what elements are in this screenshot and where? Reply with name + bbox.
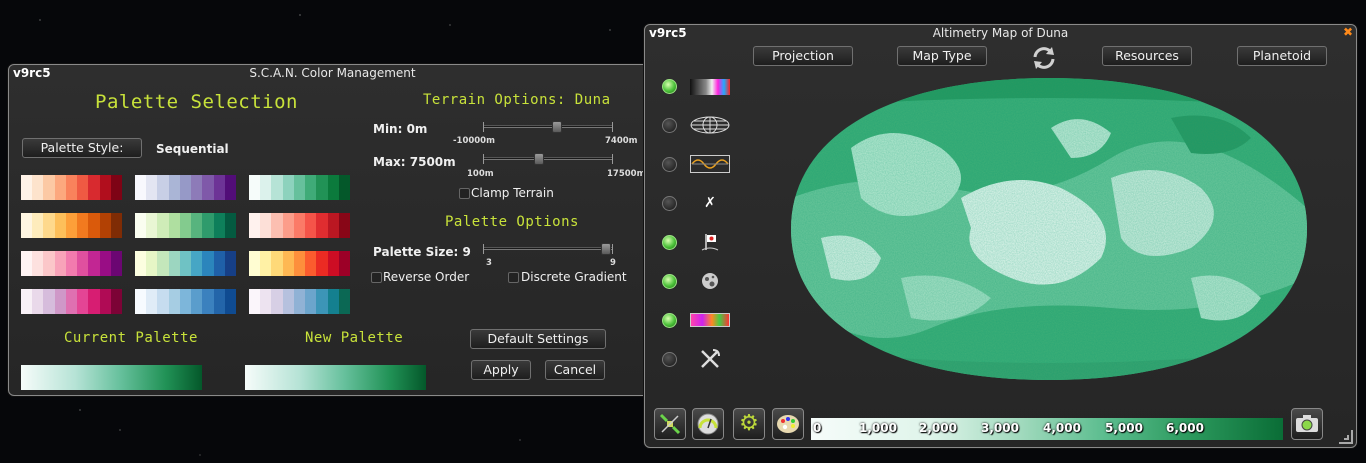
gear-icon: ⚙	[739, 411, 759, 436]
refresh-icon[interactable]	[1031, 45, 1057, 71]
max-low-label: 100m	[467, 169, 494, 179]
palette-style-button[interactable]: Palette Style:	[22, 138, 142, 158]
legend-label: 1,000	[859, 421, 897, 435]
altitude-legend: 0 1,000 2,000 3,000 4,000 5,000 6,000	[811, 418, 1283, 440]
palette-options-title: Palette Options	[445, 214, 579, 230]
reverse-order-checkbox[interactable]	[371, 272, 382, 283]
overlay-toggle[interactable]	[662, 274, 677, 289]
orbit-path-icon[interactable]	[689, 155, 731, 173]
color-palette-button[interactable]	[772, 408, 804, 440]
palette-swatch[interactable]	[21, 213, 122, 238]
window-title: Altimetry Map of Duna	[932, 26, 1069, 40]
legend-label: 2,000	[919, 421, 957, 435]
palette-style-value: Sequential	[156, 142, 229, 156]
palette-swatch[interactable]	[135, 251, 236, 276]
legend-label: 0	[813, 421, 822, 435]
min-slider[interactable]	[483, 121, 613, 133]
size-low-label: 3	[486, 258, 492, 268]
overlay-toggle[interactable]	[662, 313, 677, 328]
reverse-order-label: Reverse Order	[383, 270, 470, 284]
resize-handle-icon[interactable]	[1337, 428, 1353, 444]
current-palette-label: Current Palette	[64, 330, 198, 346]
min-low-label: -10000m	[453, 136, 495, 146]
palette-size-slider[interactable]	[483, 243, 613, 255]
satellite-button[interactable]	[654, 408, 686, 440]
flag-icon[interactable]	[689, 233, 731, 251]
discrete-gradient-label: Discrete Gradient	[521, 270, 627, 284]
palette-swatch[interactable]	[21, 175, 122, 200]
color-management-window[interactable]: v9rc5 S.C.A.N. Color Management ✖ Palett…	[8, 64, 657, 396]
legend-label: 5,000	[1105, 421, 1143, 435]
legend-label: 6,000	[1166, 421, 1204, 435]
settings-button[interactable]: ⚙	[733, 408, 765, 440]
map-type-button[interactable]: Map Type	[897, 46, 987, 66]
projection-button[interactable]: Projection	[753, 46, 853, 66]
max-slider[interactable]	[483, 153, 613, 165]
palette-swatch[interactable]	[249, 175, 350, 200]
current-palette-bar	[21, 365, 202, 390]
planetoid-button[interactable]: Planetoid	[1237, 46, 1327, 66]
discrete-gradient-checkbox[interactable]	[508, 272, 519, 283]
overlay-toggle[interactable]	[662, 79, 677, 94]
size-high-label: 9	[610, 258, 616, 268]
legend-label: 4,000	[1043, 421, 1081, 435]
palette-swatch[interactable]	[249, 289, 350, 314]
palette-swatch[interactable]	[249, 213, 350, 238]
grid-icon[interactable]	[689, 116, 731, 134]
camera-button[interactable]	[1291, 408, 1323, 440]
max-label: Max: 7500m	[373, 155, 456, 169]
overlay-toggle[interactable]	[662, 352, 677, 367]
overlay-toggle[interactable]	[662, 118, 677, 133]
anomaly-icon[interactable]	[689, 272, 731, 290]
palette-swatch[interactable]	[21, 289, 122, 314]
min-high-label: 7400m	[605, 136, 638, 146]
cancel-button[interactable]: Cancel	[545, 360, 605, 380]
close-icon[interactable]: ✖	[1343, 25, 1353, 39]
overlay-toggle[interactable]	[662, 235, 677, 250]
min-slider-thumb[interactable]	[552, 121, 562, 133]
palette-swatch[interactable]	[135, 213, 236, 238]
clamp-terrain-label: Clamp Terrain	[471, 186, 554, 200]
palette-swatch[interactable]	[135, 289, 236, 314]
legend-label: 3,000	[981, 421, 1019, 435]
waypoint-icon[interactable]: ✗	[689, 194, 731, 212]
palette-swatch[interactable]	[249, 251, 350, 276]
resources-button[interactable]: Resources	[1102, 46, 1192, 66]
window-title: S.C.A.N. Color Management	[249, 66, 416, 80]
palette-size-slider-thumb[interactable]	[601, 243, 611, 255]
mining-icon[interactable]	[689, 349, 731, 368]
overlay-toggle[interactable]	[662, 157, 677, 172]
clamp-terrain-checkbox[interactable]	[459, 188, 470, 199]
apply-button[interactable]: Apply	[471, 360, 531, 380]
max-high-label: 17500m	[607, 169, 646, 179]
palette-swatch[interactable]	[135, 175, 236, 200]
terrain-options-title: Terrain Options: Duna	[423, 92, 611, 108]
palette-size-label: Palette Size: 9	[373, 245, 471, 259]
gauge-button[interactable]	[692, 408, 724, 440]
max-slider-thumb[interactable]	[534, 153, 544, 165]
default-settings-button[interactable]: Default Settings	[470, 329, 606, 349]
min-label: Min: 0m	[373, 122, 428, 136]
palette-swatch[interactable]	[21, 251, 122, 276]
altimetry-map-window[interactable]: v9rc5 Altimetry Map of Duna ✖ Projection…	[644, 24, 1357, 448]
new-palette-label: New Palette	[305, 330, 404, 346]
new-palette-bar	[245, 365, 426, 390]
altimetry-map[interactable]	[791, 78, 1307, 380]
overlay-toggle[interactable]	[662, 196, 677, 211]
palette-selection-title: Palette Selection	[95, 91, 298, 113]
color-icon[interactable]	[689, 78, 731, 96]
resource-overlay-icon[interactable]	[689, 311, 731, 329]
